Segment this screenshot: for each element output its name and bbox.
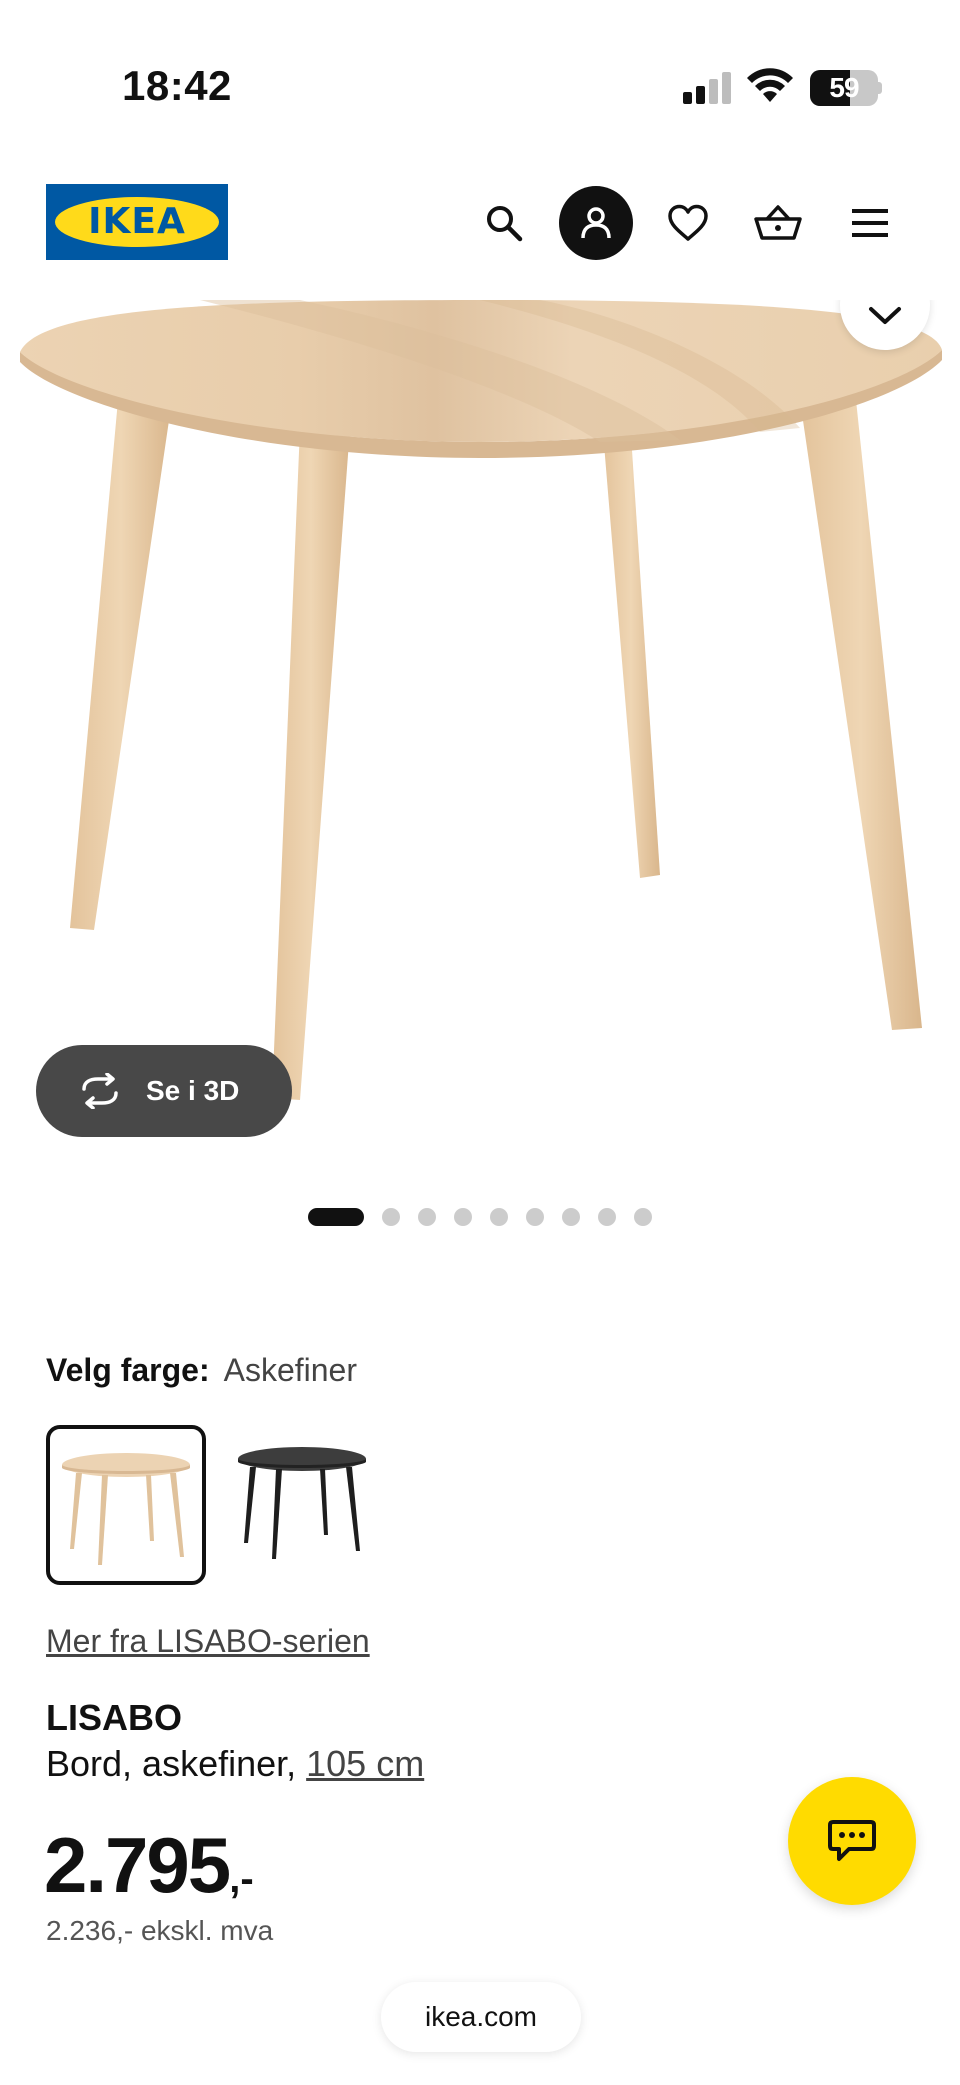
product-description: Bord, askefiner, 105 cm bbox=[46, 1743, 424, 1785]
browser-url: ikea.com bbox=[424, 2001, 538, 2032]
carousel-dot[interactable] bbox=[598, 1208, 616, 1226]
profile-icon bbox=[581, 207, 611, 239]
heart-icon bbox=[668, 204, 708, 241]
chat-icon bbox=[828, 1820, 876, 1861]
basket-icon bbox=[754, 205, 802, 240]
carousel-dot[interactable] bbox=[382, 1208, 400, 1226]
favourites-button[interactable] bbox=[651, 186, 725, 260]
product-image[interactable]: Se i 3D bbox=[0, 300, 960, 1170]
status-time: 18:42 bbox=[122, 62, 232, 109]
price-main: 2.795 bbox=[44, 1821, 231, 1909]
wifi-icon bbox=[747, 68, 793, 102]
logo-text: IKEA bbox=[88, 201, 186, 242]
carousel-dot[interactable] bbox=[490, 1208, 508, 1226]
carousel-dot[interactable] bbox=[526, 1208, 544, 1226]
product-size-link[interactable]: 105 cm bbox=[306, 1743, 424, 1784]
view-in-3d-button[interactable]: Se i 3D bbox=[36, 1045, 292, 1137]
swatch-image-ash-table bbox=[62, 1453, 190, 1565]
search-button[interactable] bbox=[467, 186, 541, 260]
color-label: Velg farge: bbox=[46, 1352, 210, 1388]
series-link[interactable]: Mer fra LISABO-serien bbox=[46, 1623, 370, 1660]
menu-button[interactable] bbox=[833, 186, 907, 260]
chevron-down-icon bbox=[869, 307, 901, 324]
image-carousel-dots bbox=[0, 1207, 960, 1227]
view-3d-label: Se i 3D bbox=[146, 1075, 240, 1106]
color-swatch-black[interactable] bbox=[226, 1425, 386, 1585]
swatch-image-black-table bbox=[238, 1447, 366, 1559]
search-icon bbox=[487, 206, 523, 242]
browser-url-bar[interactable]: ikea.com bbox=[381, 1982, 581, 2052]
menu-icon bbox=[852, 209, 888, 237]
price-excluding-vat: 2.236,- ekskl. mva bbox=[46, 1915, 274, 1946]
product-description-text: Bord, askefiner, bbox=[46, 1743, 307, 1784]
product-name: LISABO bbox=[46, 1697, 183, 1738]
rotate-3d-icon bbox=[82, 1073, 118, 1109]
price-suffix: ,- bbox=[229, 1857, 254, 1901]
chat-button[interactable] bbox=[788, 1777, 916, 1905]
battery-percent: 59 bbox=[829, 72, 859, 103]
carousel-dot-active[interactable] bbox=[308, 1208, 364, 1226]
carousel-dot[interactable] bbox=[562, 1208, 580, 1226]
site-header: IKEA bbox=[0, 170, 960, 300]
carousel-dot[interactable] bbox=[634, 1208, 652, 1226]
status-bar: 18:42 59 bbox=[0, 0, 960, 150]
product-price: 2.795,- bbox=[44, 1820, 254, 1911]
carousel-dot[interactable] bbox=[454, 1208, 472, 1226]
color-selector-header: Velg farge: Askefiner bbox=[46, 1352, 357, 1389]
color-swatch-askefiner[interactable] bbox=[46, 1425, 206, 1585]
battery-icon: 59 bbox=[810, 70, 882, 106]
profile-button[interactable] bbox=[559, 186, 633, 260]
table-photo bbox=[20, 300, 942, 1100]
cart-button[interactable] bbox=[741, 186, 815, 260]
ikea-logo[interactable]: IKEA bbox=[46, 184, 228, 260]
color-selected-value: Askefiner bbox=[223, 1352, 357, 1388]
cellular-signal-icon bbox=[683, 72, 733, 104]
carousel-dot[interactable] bbox=[418, 1208, 436, 1226]
